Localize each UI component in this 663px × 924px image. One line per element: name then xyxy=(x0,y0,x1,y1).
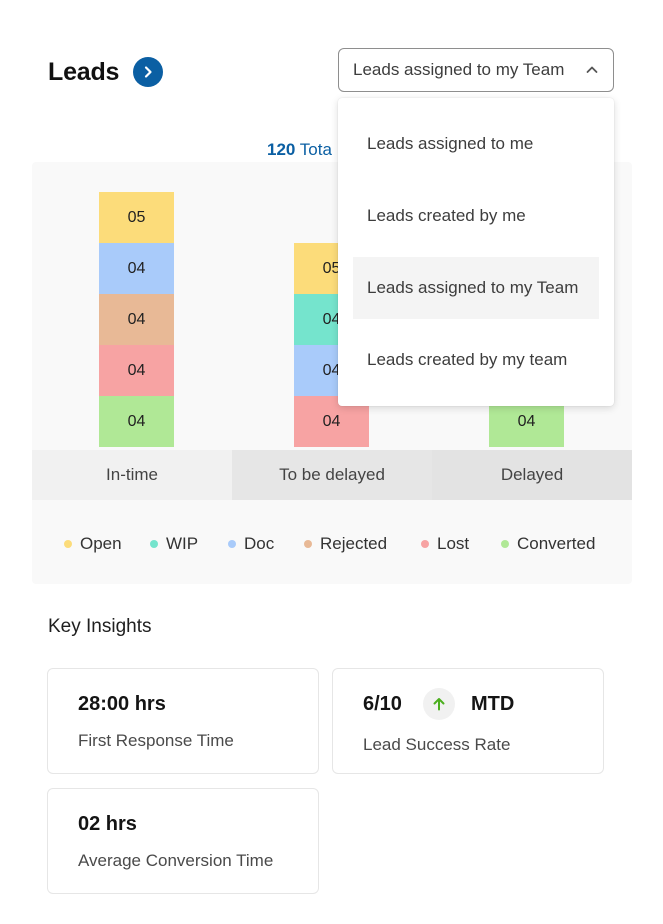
lead-filter-value: Leads assigned to my Team xyxy=(353,60,565,79)
insight-metric: 6/10 xyxy=(363,693,402,715)
category-in-time[interactable]: In-time xyxy=(32,450,232,500)
dropdown-option-assigned-to-me[interactable]: Leads assigned to me xyxy=(353,113,599,175)
insight-metric: 02 hrs xyxy=(78,813,137,835)
bar-segment-doc[interactable]: 04 xyxy=(99,243,174,294)
insight-card-first-response: 28:00 hrs First Response Time xyxy=(47,668,319,774)
leads-header: Leads xyxy=(48,52,164,92)
legend-dot xyxy=(421,540,429,548)
total-count-label: Tota xyxy=(299,140,332,159)
chevron-right-icon xyxy=(145,66,152,78)
category-label: In-time xyxy=(106,465,158,484)
legend-dot xyxy=(64,540,72,548)
legend-dot xyxy=(304,540,312,548)
total-count: 120 Tota xyxy=(267,140,332,160)
legend-label: Lost xyxy=(437,534,470,553)
legend-item-lost: Lost xyxy=(421,534,469,554)
insight-card-success-rate: 6/10 MTD Lead Success Rate xyxy=(332,668,604,774)
category-label: Delayed xyxy=(500,465,564,484)
lead-filter-select[interactable]: Leads assigned to my Team xyxy=(338,48,614,92)
legend-item-rejected: Rejected xyxy=(304,534,387,554)
dropdown-option-label: Leads created by my team xyxy=(367,350,568,369)
legend-label: Open xyxy=(80,534,122,553)
dropdown-option-assigned-to-my-team[interactable]: Leads assigned to my Team xyxy=(353,257,599,319)
legend-dot xyxy=(228,540,236,548)
trend-indicator xyxy=(423,688,455,720)
insight-caption: Lead Success Rate xyxy=(363,735,511,754)
category-to-be-delayed[interactable]: To be delayed xyxy=(232,450,432,500)
legend-label: Doc xyxy=(244,534,275,553)
insight-period-badge: MTD xyxy=(471,693,515,715)
category-label: To be delayed xyxy=(279,465,385,484)
insight-metric: 28:00 hrs xyxy=(78,693,166,715)
legend-dot xyxy=(501,540,509,548)
chevron-up-icon xyxy=(586,66,598,73)
page-title: Leads xyxy=(48,57,120,86)
leads-open-button[interactable] xyxy=(133,57,164,87)
bar-segment-converted[interactable]: 04 xyxy=(99,396,174,447)
legend-item-open: Open xyxy=(64,534,122,554)
dropdown-option-created-by-me[interactable]: Leads created by me xyxy=(353,185,599,247)
insight-caption: Average Conversion Time xyxy=(78,851,274,870)
legend-label: WIP xyxy=(166,534,199,553)
dropdown-option-label: Leads assigned to my Team xyxy=(367,278,579,297)
legend-label: Converted xyxy=(517,534,596,553)
insight-caption: First Response Time xyxy=(78,731,234,750)
legend-item-converted: Converted xyxy=(501,534,595,554)
arrow-up-icon xyxy=(433,698,445,711)
total-count-value: 120 xyxy=(267,140,296,159)
dropdown-option-created-by-my-team[interactable]: Leads created by my team xyxy=(353,329,599,391)
legend-dot xyxy=(150,540,158,548)
bar-segment-lost[interactable]: 04 xyxy=(99,345,174,396)
bar-segment-open[interactable]: 05 xyxy=(99,192,174,243)
bar-segment-rejected[interactable]: 04 xyxy=(99,294,174,345)
lead-filter-dropdown: Leads assigned to me Leads created by me… xyxy=(338,98,614,406)
dropdown-option-label: Leads assigned to me xyxy=(367,134,534,153)
legend-label: Rejected xyxy=(320,534,388,553)
legend-item-doc: Doc xyxy=(228,534,274,554)
dropdown-option-label: Leads created by me xyxy=(367,206,526,225)
insight-card-avg-conversion: 02 hrs Average Conversion Time xyxy=(47,788,319,894)
category-delayed[interactable]: Delayed xyxy=(432,450,632,500)
legend-item-wip: WIP xyxy=(150,534,198,554)
chart-legend: Open WIP Doc Rejected Lost Converted xyxy=(32,528,632,560)
key-insights-title: Key Insights xyxy=(48,616,152,637)
